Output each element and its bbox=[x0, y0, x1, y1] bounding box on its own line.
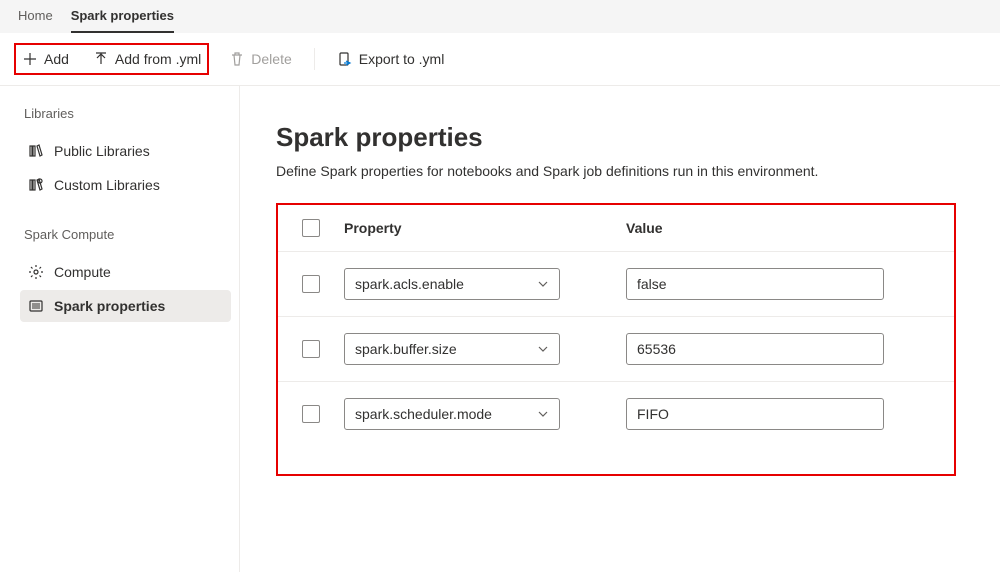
public-libraries-icon bbox=[28, 143, 44, 159]
highlight-add-buttons: Add Add from .yml bbox=[14, 43, 209, 75]
add-button[interactable]: Add bbox=[20, 47, 71, 71]
custom-libraries-icon bbox=[28, 177, 44, 193]
delete-button: Delete bbox=[227, 47, 293, 71]
table-row: spark.scheduler.mode bbox=[278, 381, 954, 446]
column-header-value: Value bbox=[626, 220, 938, 236]
sidebar-item-label: Compute bbox=[54, 264, 111, 280]
chevron-down-icon bbox=[537, 278, 549, 290]
add-button-label: Add bbox=[44, 51, 69, 67]
sidebar-item-label: Spark properties bbox=[54, 298, 165, 314]
property-select-value: spark.acls.enable bbox=[355, 276, 464, 292]
sidebar-item-spark-properties[interactable]: Spark properties bbox=[20, 290, 231, 322]
breadcrumb-home[interactable]: Home bbox=[18, 8, 53, 33]
page-title: Spark properties bbox=[276, 122, 956, 153]
breadcrumb: Home Spark properties bbox=[0, 0, 1000, 33]
property-select-value: spark.scheduler.mode bbox=[355, 406, 492, 422]
sidebar-item-public-libraries[interactable]: Public Libraries bbox=[20, 135, 231, 167]
page-description: Define Spark properties for notebooks an… bbox=[276, 163, 956, 179]
value-input[interactable] bbox=[626, 268, 884, 300]
sidebar-item-label: Custom Libraries bbox=[54, 177, 160, 193]
sidebar-section-compute: Spark Compute bbox=[20, 227, 231, 242]
row-checkbox[interactable] bbox=[302, 405, 320, 423]
gear-icon bbox=[28, 264, 44, 280]
sidebar-section-libraries: Libraries bbox=[20, 106, 231, 121]
delete-icon bbox=[229, 51, 245, 67]
main-content: Spark properties Define Spark properties… bbox=[240, 86, 1000, 572]
table-row: spark.acls.enable bbox=[278, 251, 954, 316]
sidebar-item-custom-libraries[interactable]: Custom Libraries bbox=[20, 169, 231, 201]
export-yml-button[interactable]: Export to .yml bbox=[335, 47, 447, 71]
row-checkbox[interactable] bbox=[302, 275, 320, 293]
property-select-value: spark.buffer.size bbox=[355, 341, 457, 357]
value-input[interactable] bbox=[626, 398, 884, 430]
highlight-properties-table: Property Value spark.acls.enable bbox=[276, 203, 956, 476]
row-checkbox[interactable] bbox=[302, 340, 320, 358]
delete-button-label: Delete bbox=[251, 51, 291, 67]
column-header-property: Property bbox=[344, 220, 626, 236]
add-from-yml-button[interactable]: Add from .yml bbox=[91, 47, 203, 71]
export-icon bbox=[337, 51, 353, 67]
property-select[interactable]: spark.buffer.size bbox=[344, 333, 560, 365]
plus-icon bbox=[22, 51, 38, 67]
breadcrumb-current[interactable]: Spark properties bbox=[71, 8, 174, 33]
sidebar: Libraries Public Libraries Custom Librar… bbox=[0, 86, 240, 572]
chevron-down-icon bbox=[537, 343, 549, 355]
sidebar-item-label: Public Libraries bbox=[54, 143, 150, 159]
toolbar-separator bbox=[314, 48, 315, 70]
export-yml-label: Export to .yml bbox=[359, 51, 445, 67]
chevron-down-icon bbox=[537, 408, 549, 420]
select-all-checkbox[interactable] bbox=[302, 219, 320, 237]
add-from-yml-label: Add from .yml bbox=[115, 51, 201, 67]
property-select[interactable]: spark.scheduler.mode bbox=[344, 398, 560, 430]
table-header: Property Value bbox=[278, 205, 954, 251]
value-input[interactable] bbox=[626, 333, 884, 365]
property-select[interactable]: spark.acls.enable bbox=[344, 268, 560, 300]
upload-icon bbox=[93, 51, 109, 67]
sidebar-item-compute[interactable]: Compute bbox=[20, 256, 231, 288]
table-row: spark.buffer.size bbox=[278, 316, 954, 381]
toolbar: Add Add from .yml Delete Export to .yml bbox=[0, 33, 1000, 86]
list-icon bbox=[28, 298, 44, 314]
